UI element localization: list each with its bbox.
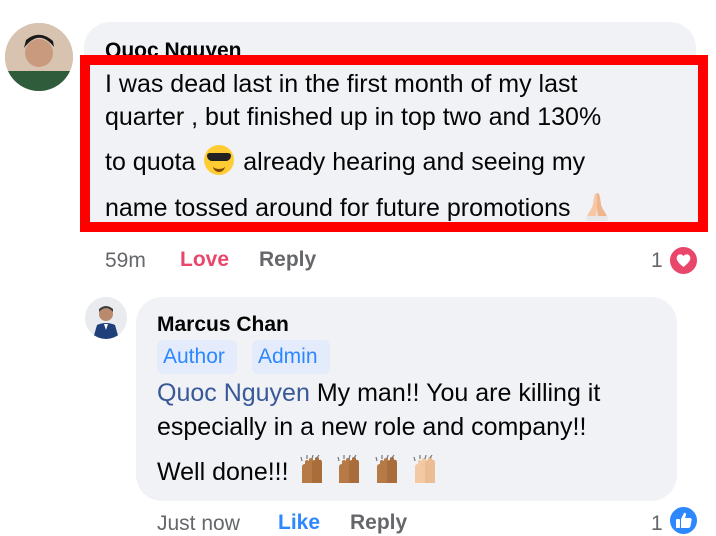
comment-text-line-3: to quota already hearing and seeing my <box>105 145 585 179</box>
folded-hands-emoji-icon <box>585 193 608 221</box>
comment-timestamp: 59m <box>105 249 146 272</box>
author-badge: Author <box>157 340 237 374</box>
comment-text-line-3: Well done!!! <box>157 455 440 489</box>
avatar-marcus-chan[interactable] <box>85 297 127 339</box>
love-button[interactable]: Love <box>180 248 229 272</box>
comment-text-line-1: I was dead last in the first month of my… <box>105 70 578 98</box>
raising-hands-emoji-icon <box>337 455 360 483</box>
raising-hands-emoji-icon <box>413 455 436 483</box>
reply-button[interactable]: Reply <box>259 248 316 272</box>
raising-hands-emoji-icon <box>375 455 398 483</box>
comment-author-name[interactable]: Marcus Chan <box>157 313 289 337</box>
comment-text-segment: Well done!!! <box>157 458 289 486</box>
admin-badge: Admin <box>252 340 330 374</box>
like-button[interactable]: Like <box>278 511 320 535</box>
mention-link[interactable]: Quoc Nguyen <box>157 379 310 407</box>
avatar-quoc-nguyen[interactable] <box>5 23 73 91</box>
comment-text-segment: name tossed around for future promotions <box>105 194 571 222</box>
comment-text-line-2: especially in a new role and company!! <box>157 413 587 441</box>
comment-text-segment: to quota <box>105 148 196 176</box>
reply-button[interactable]: Reply <box>350 511 407 535</box>
thumbs-up-icon[interactable] <box>668 505 699 536</box>
comment-text-line-2: quarter , but finished up in top two and… <box>105 103 602 131</box>
comment-text-segment: My man!! You are killing it <box>316 379 601 407</box>
comment-timestamp: Just now <box>157 512 240 535</box>
reaction-count[interactable]: 1 <box>651 512 663 536</box>
comment-text-segment: already hearing and seeing my <box>243 148 586 176</box>
heart-icon[interactable] <box>668 245 699 276</box>
comment-text-line-1: Quoc Nguyen My man!! You are killing it <box>157 376 600 410</box>
reaction-count[interactable]: 1 <box>651 249 663 273</box>
sunglasses-emoji-icon <box>204 145 235 175</box>
raising-hands-emoji-icon <box>299 455 322 483</box>
comment-text-line-4: name tossed around for future promotions <box>105 190 612 225</box>
